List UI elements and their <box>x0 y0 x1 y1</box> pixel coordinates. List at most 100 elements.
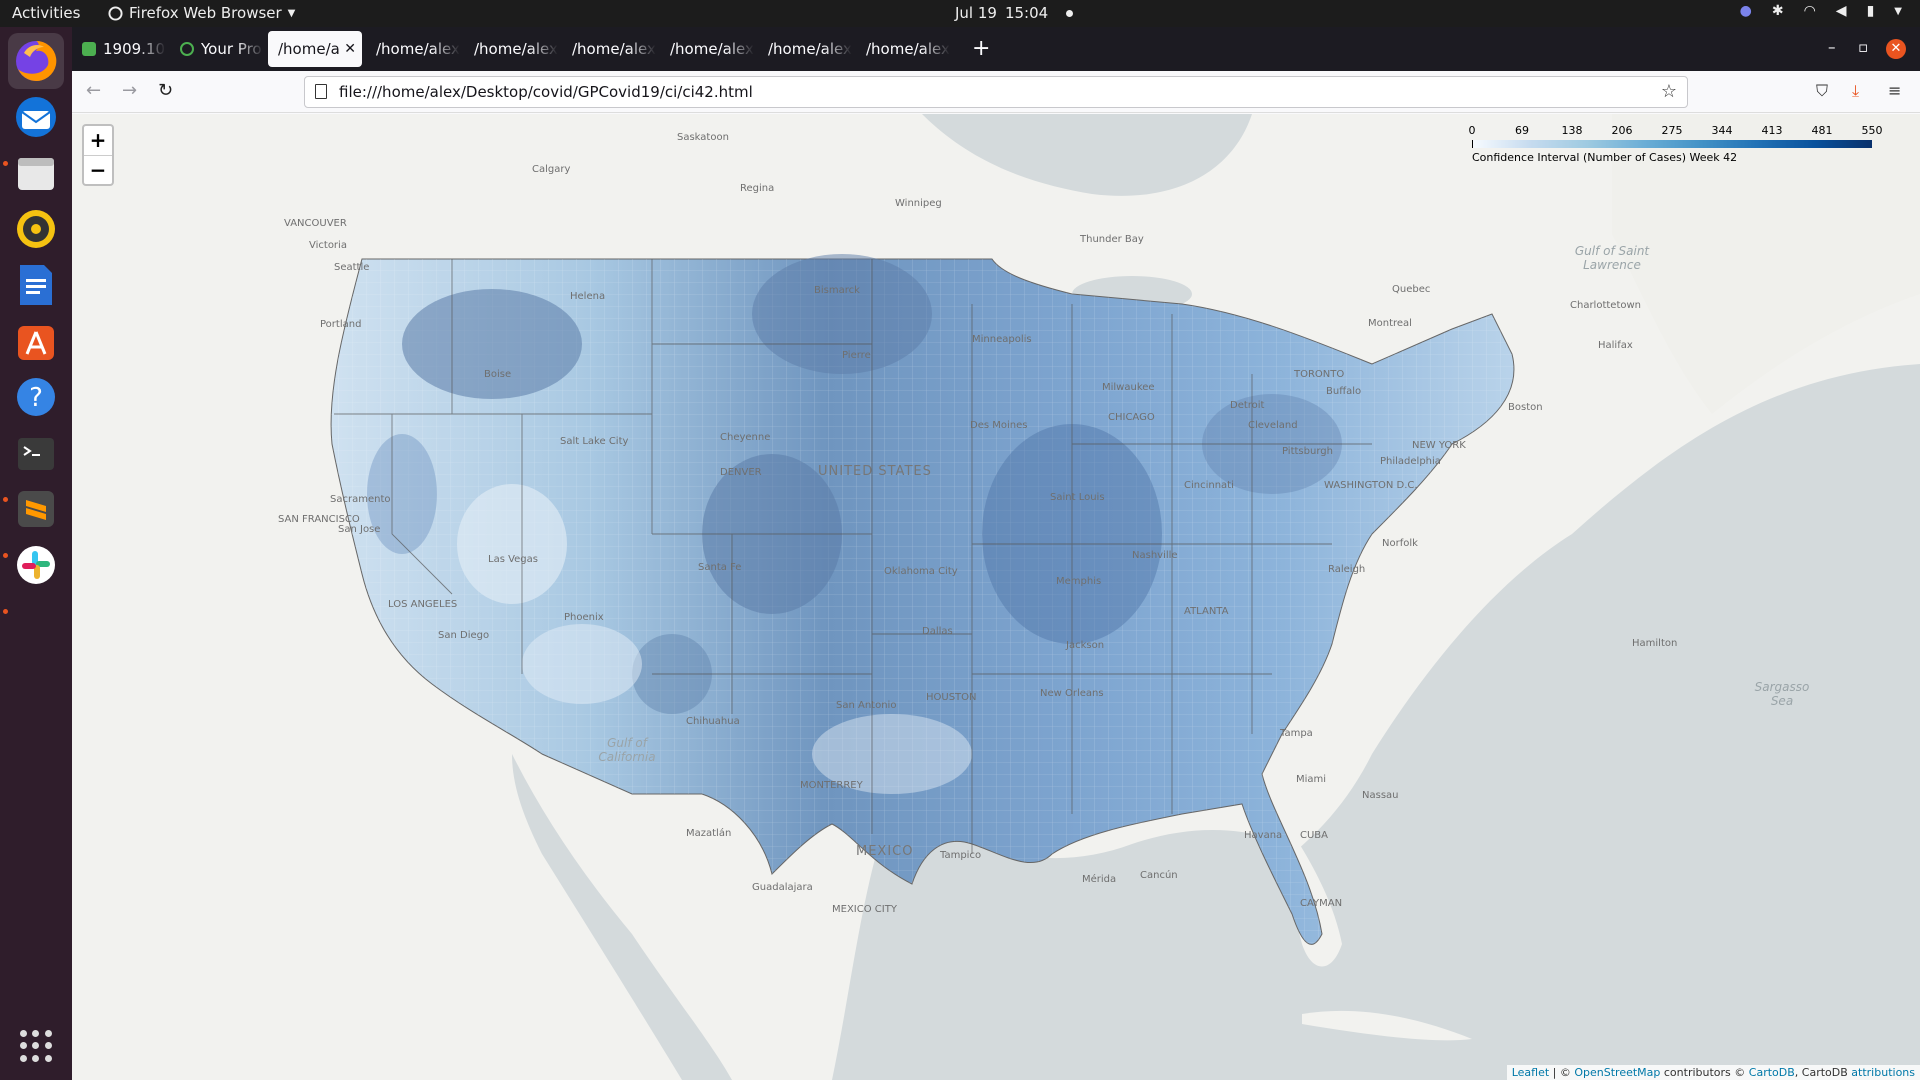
label-santa-fe: Santa Fe <box>698 562 742 573</box>
help-icon: ? <box>17 378 55 416</box>
label-san-jose: San Jose <box>338 524 381 535</box>
legend-tick-label: 275 <box>1661 124 1683 137</box>
volume-icon[interactable]: ◀ <box>1836 3 1847 19</box>
label-denver: DENVER <box>720 467 762 478</box>
attribution-contrib: contributors © <box>1660 1066 1749 1079</box>
label-gulf-california: Gulf of California <box>598 736 656 764</box>
dock-help[interactable]: ? <box>8 369 64 425</box>
firefox-icon <box>16 40 57 81</box>
system-tray[interactable]: ● ✱ ◠ ◀ ▮ ▼ <box>1740 3 1902 19</box>
activities-button[interactable]: Activities <box>12 4 80 22</box>
wifi-icon[interactable]: ◠ <box>1804 3 1816 19</box>
close-tab-icon[interactable]: ✕ <box>344 41 356 57</box>
tab-6[interactable]: /home/alex <box>562 31 656 67</box>
page-icon <box>315 84 327 99</box>
osm-link[interactable]: OpenStreetMap <box>1574 1066 1660 1079</box>
zoom-control: + − <box>82 124 114 186</box>
tab-4[interactable]: /home/alex <box>366 31 460 67</box>
tab-3-active[interactable]: /home/a ✕ <box>268 31 362 67</box>
label-monterrey: MONTERREY <box>800 780 863 791</box>
label-halifax: Halifax <box>1598 340 1633 351</box>
app-menu-label: Firefox Web Browser <box>129 4 282 22</box>
label-saint-louis: Saint Louis <box>1050 492 1105 503</box>
label-pierre: Pierre <box>842 350 871 361</box>
dock-sublime[interactable] <box>8 481 64 537</box>
cartodb-link[interactable]: CartoDB <box>1749 1066 1795 1079</box>
app-menu[interactable]: Firefox Web Browser ▼ <box>108 4 295 22</box>
label-cuba: CUBA <box>1300 830 1329 841</box>
forward-arrow-icon[interactable]: → <box>122 80 137 101</box>
tab-label: Your Pro <box>201 40 262 58</box>
dock-files[interactable] <box>8 145 64 201</box>
label-philadelphia: Philadelphia <box>1380 456 1441 467</box>
window-close-button[interactable]: ✕ <box>1886 39 1906 59</box>
hamburger-menu-icon[interactable]: ≡ <box>1888 81 1901 100</box>
maximize-icon[interactable]: ▫ <box>1858 38 1868 56</box>
tab-1[interactable]: 1909.10 <box>72 31 166 67</box>
label-minneapolis: Minneapolis <box>972 334 1032 345</box>
zoom-in-button[interactable]: + <box>84 126 112 155</box>
tab-8[interactable]: /home/alex <box>758 31 852 67</box>
tab-5[interactable]: /home/alex <box>464 31 558 67</box>
url-text[interactable]: file:///home/alex/Desktop/covid/GPCovid1… <box>339 83 753 101</box>
new-tab-button[interactable]: + <box>972 36 990 61</box>
battery-icon[interactable]: ▮ <box>1867 3 1875 19</box>
dock-writer[interactable] <box>8 257 64 313</box>
tab-2[interactable]: Your Pro <box>170 31 264 67</box>
dock: ? <box>0 27 72 1080</box>
svg-text:?: ? <box>29 383 43 413</box>
label-buffalo: Buffalo <box>1326 386 1362 397</box>
label-tampa: Tampa <box>1280 728 1313 739</box>
tab-label: /home/alex <box>376 40 460 58</box>
label-phoenix: Phoenix <box>564 612 604 623</box>
clock[interactable]: Jul 19 15:04 <box>955 4 1074 22</box>
back-arrow-icon[interactable]: ← <box>86 80 101 101</box>
slack-tray-icon[interactable]: ✱ <box>1772 3 1784 19</box>
url-bar[interactable]: file:///home/alex/Desktop/covid/GPCovid1… <box>304 76 1688 108</box>
legend-tick-label: 413 <box>1761 124 1783 137</box>
label-guadalajara: Guadalajara <box>752 882 813 893</box>
label-vancouver: VANCOUVER <box>284 218 347 229</box>
label-new-orleans: New Orleans <box>1040 688 1104 699</box>
running-indicator-icon <box>3 609 8 614</box>
zoom-out-button[interactable]: − <box>84 155 112 184</box>
bookmark-star-icon[interactable]: ☆ <box>1661 81 1677 102</box>
label-gulf-st-lawrence: Gulf of Saint Lawrence <box>1574 244 1650 272</box>
label-miami: Miami <box>1296 774 1327 785</box>
tab-label: 1909.10 <box>103 40 166 58</box>
leaflet-map[interactable]: Saskatoon Calgary Regina Winnipeg VANCOU… <box>72 114 1920 1080</box>
dock-thunderbird[interactable] <box>8 89 64 145</box>
label-houston: HOUSTON <box>926 692 977 703</box>
show-applications-icon[interactable] <box>20 1030 52 1062</box>
label-hamilton: Hamilton <box>1632 638 1678 649</box>
tab-7[interactable]: /home/alex <box>660 31 754 67</box>
system-menu-chevron-icon[interactable]: ▼ <box>1894 6 1902 17</box>
tab-label: /home/alex <box>866 40 950 58</box>
label-boston: Boston <box>1508 402 1543 413</box>
firefox-window: 1909.10 Your Pro /home/a ✕ /home/alex /h… <box>72 27 1920 1080</box>
dock-rhythmbox[interactable] <box>8 201 64 257</box>
dock-slack[interactable] <box>8 537 64 593</box>
reload-icon[interactable]: ↻ <box>158 80 173 101</box>
tab-9[interactable]: /home/alex <box>856 31 950 67</box>
label-salt-lake: Salt Lake City <box>560 436 629 447</box>
teams-icon[interactable]: ● <box>1740 3 1752 19</box>
dock-app-center[interactable] <box>8 313 64 369</box>
pocket-icon[interactable]: ⛉ <box>1816 81 1828 101</box>
tab-bar: 1909.10 Your Pro /home/a ✕ /home/alex /h… <box>72 27 1920 71</box>
dock-terminal[interactable] <box>8 425 64 481</box>
tab-label: /home/alex <box>768 40 852 58</box>
leaflet-link[interactable]: Leaflet <box>1512 1066 1549 1079</box>
clock-date: Jul 19 <box>955 4 997 22</box>
legend-tick-label: 69 <box>1515 124 1529 137</box>
label-detroit: Detroit <box>1230 400 1265 411</box>
minimize-icon[interactable]: – <box>1828 38 1836 56</box>
label-quebec: Quebec <box>1392 284 1431 295</box>
dock-firefox[interactable] <box>8 33 64 89</box>
terminal-icon <box>18 438 54 470</box>
downloads-icon[interactable]: ⤓ <box>1852 81 1859 101</box>
label-oklahoma-city: Oklahoma City <box>884 566 958 577</box>
label-nashville: Nashville <box>1132 550 1178 561</box>
label-portland: Portland <box>320 319 362 330</box>
attributions-link[interactable]: attributions <box>1851 1066 1915 1079</box>
